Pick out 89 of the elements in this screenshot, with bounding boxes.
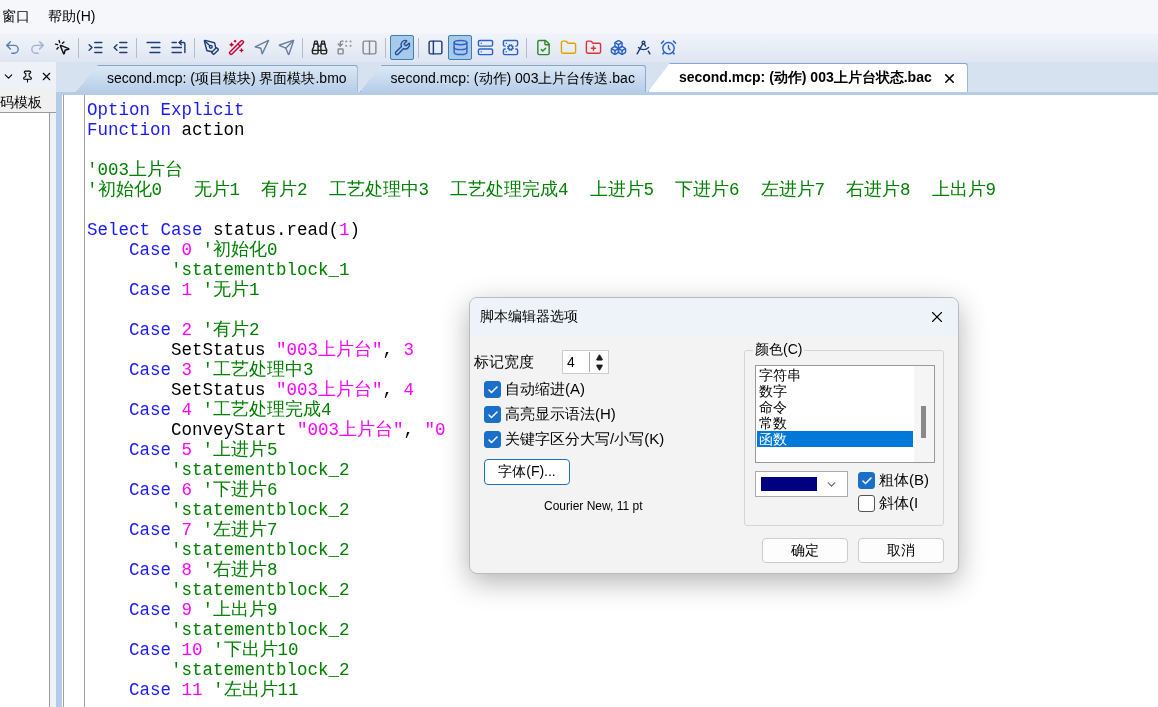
pin-icon[interactable] — [21, 69, 34, 83]
code-line: Case 8 '右进片8 — [128, 560, 278, 580]
checkbox[interactable] — [484, 406, 501, 423]
font-button[interactable]: 字体(F)... — [484, 459, 570, 485]
list-item[interactable]: 函数 — [757, 431, 913, 447]
columns-icon — [360, 39, 378, 56]
field-label: 标记宽度 — [474, 352, 534, 372]
database-icon — [451, 39, 469, 56]
panel-tab[interactable]: 码模板 — [0, 90, 56, 113]
redo-icon — [28, 39, 46, 56]
code-line: Case 7 '左进片7 — [128, 520, 278, 540]
code-line: Case 3 '工艺处理中3 — [128, 360, 314, 380]
code-line: 'statementblock_2 — [170, 580, 350, 600]
drafting-compass-icon — [634, 39, 652, 56]
code-line: 'statementblock_2 — [170, 660, 350, 680]
checkmark-icon — [486, 383, 499, 396]
folder-icon — [559, 39, 577, 56]
list-item[interactable]: 命令 — [757, 399, 913, 415]
window-icon — [426, 39, 444, 56]
checkbox-label: 高亮显示语法(H) — [505, 405, 616, 424]
wand-icon — [227, 39, 245, 56]
indent-icon — [86, 39, 104, 56]
send-icon — [277, 39, 295, 56]
code-line: Case 6 '下进片6 — [128, 480, 278, 500]
code-line: Case 11 '左出片11 — [128, 680, 299, 700]
list-item[interactable]: 字符串 — [757, 367, 913, 383]
undo-icon — [3, 39, 21, 56]
outdent-icon — [111, 39, 129, 56]
wrench-icon — [393, 39, 411, 56]
code-line: SetStatus "003上片台", 3 — [170, 340, 415, 360]
checkbox-label: 粗体(B) — [879, 471, 929, 490]
pen-icon — [202, 39, 220, 56]
code-line: 'statementblock_2 — [170, 460, 350, 480]
code-line: Select Case status.read(1) — [87, 220, 361, 240]
dialog-button[interactable]: 确定 — [762, 538, 848, 563]
code-line: Case 10 '下出片10 — [128, 640, 299, 660]
code-line: Case 0 '初始化0 — [128, 240, 278, 260]
code-line: 'statementblock_2 — [170, 500, 350, 520]
code-line: 'statementblock_2 — [170, 540, 350, 560]
list-box[interactable]: 字符串 数字 命令 常数 函数 — [755, 365, 935, 463]
checkbox[interactable] — [484, 381, 501, 398]
code-line: Function action — [87, 120, 245, 140]
font-info: Courier New, 11 pt — [544, 499, 644, 513]
editor-tab[interactable]: second.mcp: (项目模块) 界面模块.bmo — [76, 65, 358, 92]
folder-plus-icon — [584, 39, 602, 56]
code-line: '初始化0 无片1 有片2 工艺处理中3 工艺处理完成4 上进片5 下进片6 左进片7 右进片8 上出片9 — [87, 180, 997, 200]
scrollbar-thumb[interactable] — [921, 406, 926, 438]
color-dropdown[interactable] — [755, 471, 848, 497]
editor-tab[interactable]: second.mcp: (动作) 003上片台传送.bac — [359, 65, 646, 92]
checkmark-icon — [486, 433, 499, 446]
code-line: Case 4 '工艺处理完成4 — [128, 400, 332, 420]
checkbox[interactable] — [484, 431, 501, 448]
dialog-button[interactable]: 取消 — [858, 538, 944, 563]
list-icon — [169, 39, 187, 56]
list-item[interactable]: 常数 — [757, 415, 913, 431]
spin-field[interactable]: 4 — [562, 350, 609, 374]
editor-tab[interactable]: second.mcp: (动作) 003上片台状态.bac — [647, 63, 968, 92]
replace-icon — [335, 39, 353, 56]
checkbox-label: 斜体(I — [879, 494, 919, 513]
checkmark-icon — [860, 474, 873, 487]
up-arrow-icon[interactable] — [595, 353, 603, 361]
code-line: Option Explicit — [87, 100, 245, 120]
code-line: Case 9 '上出片9 — [128, 600, 278, 620]
binoculars-icon — [310, 39, 328, 56]
code-line: Case 2 '有片2 — [128, 320, 260, 340]
boxes-icon — [609, 39, 627, 56]
alarm-clock-icon — [659, 39, 677, 56]
checkbox-label: 自动缩进(A) — [505, 380, 585, 399]
checkbox-label: 关键字区分大写/小写(K) — [505, 430, 665, 449]
document-check-icon — [534, 39, 552, 56]
code-line: ConveyStart "003上片台", "0 — [170, 420, 446, 440]
code-line: 'statementblock_1 — [170, 260, 350, 280]
menu-item[interactable]: 窗口 — [2, 7, 30, 26]
code-line: Case 1 '无片1 — [128, 280, 260, 300]
list-item[interactable]: 数字 — [757, 383, 913, 399]
menu-item[interactable]: 帮助(H) — [48, 7, 96, 26]
code-line: '003上片台 — [87, 160, 183, 180]
checkmark-icon — [486, 408, 499, 421]
code-line: SetStatus "003上片台", 4 — [170, 380, 415, 400]
checkbox[interactable] — [858, 495, 875, 512]
dialog-title: 脚本编辑器选项 — [480, 308, 578, 326]
arrow-icon — [252, 39, 270, 56]
server-icon — [476, 39, 494, 56]
align-icon — [144, 39, 162, 56]
down-arrow-icon[interactable] — [595, 363, 603, 371]
code-line: Case 5 '上进片5 — [128, 440, 278, 460]
checkbox[interactable] — [858, 472, 875, 489]
code-line: 'statementblock_2 — [170, 620, 350, 640]
group-title: 颜色(C) — [753, 341, 805, 359]
